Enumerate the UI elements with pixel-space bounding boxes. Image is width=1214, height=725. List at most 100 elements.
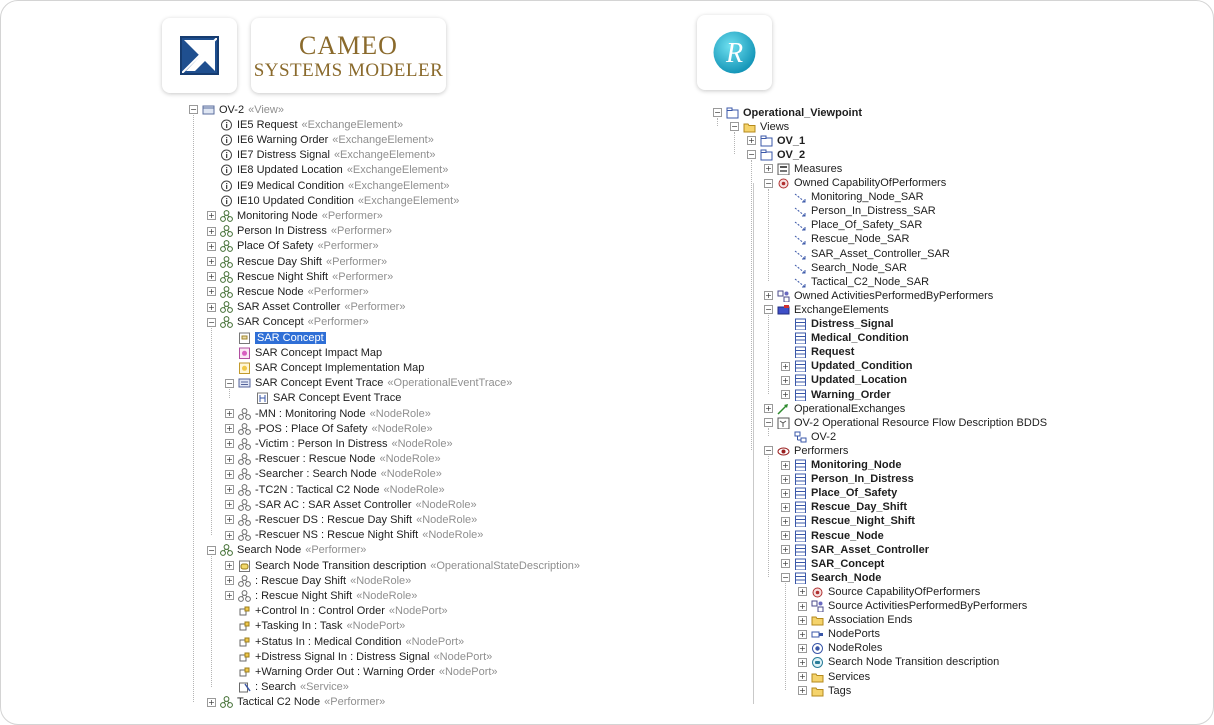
cameo-tree-item[interactable]: + Monitoring Node «Performer» bbox=[207, 208, 383, 223]
expand-toggle[interactable]: + bbox=[798, 615, 807, 625]
rhapsody-tree-item[interactable]: + Source ActivitiesPerformedByPerformers bbox=[798, 599, 1027, 614]
cameo-tree-item[interactable]: + Place Of Safety «Performer» bbox=[207, 239, 379, 254]
rhapsody-tree-item[interactable]: + NodePorts bbox=[798, 627, 880, 642]
cameo-tree-item[interactable]: IE7 Distress Signal «ExchangeElement» bbox=[207, 148, 435, 163]
rhapsody-tree-item[interactable]: − OV_2 bbox=[747, 147, 805, 162]
cameo-tree-item[interactable]: + Rescue Night Shift «Performer» bbox=[207, 269, 393, 284]
rhapsody-tree-item[interactable]: Person_In_Distress_SAR bbox=[781, 204, 936, 219]
expand-toggle[interactable]: + bbox=[798, 672, 807, 681]
expand-toggle[interactable]: + bbox=[798, 657, 807, 667]
rhapsody-tree-item[interactable]: + Rescue_Night_Shift bbox=[781, 514, 915, 529]
cameo-tree-item[interactable]: +: Rescue Day Shift «NodeRole» bbox=[225, 573, 411, 588]
rhapsody-tree-item[interactable]: − Performers bbox=[764, 443, 848, 458]
cameo-tree-item[interactable]: +Tasking In : Task «NodePort» bbox=[225, 619, 405, 634]
cameo-tree-item[interactable]: + -Rescuer NS : Rescue Night Shift «NodeRo… bbox=[225, 528, 483, 543]
collapse-toggle[interactable]: − bbox=[764, 446, 773, 456]
expand-toggle[interactable]: + bbox=[781, 361, 790, 371]
cameo-tree-item[interactable]: +: Rescue Night Shift «NodeRole» bbox=[225, 588, 417, 603]
cameo-tree-item[interactable]: +Control In : Control Order «NodePort» bbox=[225, 604, 448, 619]
cameo-tree-item[interactable]: IE5 Request «ExchangeElement» bbox=[207, 117, 403, 132]
cameo-tree-item[interactable]: + -SAR AC : SAR Asset Controller «NodeRole… bbox=[225, 497, 477, 512]
expand-toggle[interactable]: + bbox=[225, 469, 234, 479]
expand-toggle[interactable]: + bbox=[781, 516, 790, 526]
expand-toggle[interactable]: + bbox=[781, 502, 790, 512]
rhapsody-tree-item[interactable]: Search_Node_SAR bbox=[781, 260, 907, 275]
rhapsody-tree-item[interactable]: + Search Node Transition description bbox=[798, 655, 999, 670]
cameo-tree-item[interactable]: − Search Node «Performer» bbox=[207, 543, 366, 558]
expand-toggle[interactable]: + bbox=[207, 211, 216, 221]
rhapsody-tree-item[interactable]: + Warning_Order bbox=[781, 387, 891, 402]
expand-toggle[interactable]: + bbox=[798, 686, 807, 696]
expand-toggle[interactable]: + bbox=[764, 164, 773, 174]
collapse-toggle[interactable]: − bbox=[189, 105, 198, 114]
cameo-tree-item[interactable]: +Warning Order Out : Warning Order «NodeP… bbox=[225, 664, 498, 679]
expand-toggle[interactable]: + bbox=[207, 241, 216, 251]
expand-toggle[interactable]: + bbox=[225, 576, 234, 586]
cameo-tree-item[interactable]: − SAR Concept «Performer» bbox=[207, 315, 369, 330]
collapse-toggle[interactable]: − bbox=[764, 178, 773, 188]
rhapsody-tree-item[interactable]: + Rescue_Node bbox=[781, 528, 884, 543]
cameo-tree-item[interactable]: + -Searcher : Search Node «NodeRole» bbox=[225, 467, 442, 482]
expand-toggle[interactable]: + bbox=[207, 226, 216, 236]
expand-toggle[interactable]: + bbox=[781, 390, 790, 399]
expand-toggle[interactable]: + bbox=[207, 272, 216, 282]
expand-toggle[interactable]: + bbox=[225, 424, 234, 434]
rhapsody-tree-item[interactable]: − OV-2 Operational Resource Flow Descript… bbox=[764, 415, 1047, 430]
collapse-toggle[interactable]: − bbox=[781, 573, 790, 583]
cameo-tree-item[interactable]: + -TC2N : Tactical C2 Node «NodeRole» bbox=[225, 482, 445, 497]
rhapsody-tree-item[interactable]: − ExchangeElements bbox=[764, 302, 889, 317]
expand-toggle[interactable]: + bbox=[781, 375, 790, 385]
expand-toggle[interactable]: + bbox=[225, 409, 234, 418]
rhapsody-tree-item[interactable]: + SAR_Concept bbox=[781, 556, 884, 571]
expand-toggle[interactable]: + bbox=[225, 485, 234, 494]
rhapsody-tree-item[interactable]: − Views bbox=[730, 119, 789, 134]
cameo-tree-item[interactable]: − OV-2 «View» bbox=[189, 102, 284, 117]
cameo-tree-item[interactable]: +Distress Signal In : Distress Signal «No… bbox=[225, 649, 492, 664]
cameo-tree-item[interactable]: + SAR Asset Controller «Performer» bbox=[207, 300, 405, 315]
collapse-toggle[interactable]: − bbox=[764, 418, 773, 428]
expand-toggle[interactable]: + bbox=[781, 488, 790, 498]
expand-toggle[interactable]: + bbox=[225, 454, 234, 464]
rhapsody-tree-item[interactable]: SAR_Asset_Controller_SAR bbox=[781, 246, 950, 261]
collapse-toggle[interactable]: − bbox=[207, 545, 216, 555]
cameo-tree-item[interactable]: SAR Concept Impact Map bbox=[225, 345, 382, 360]
rhapsody-tree-item[interactable]: OV-2 bbox=[781, 429, 836, 444]
rhapsody-tree-item[interactable]: − Search_Node bbox=[781, 570, 881, 585]
rhapsody-tree-item[interactable]: + Services bbox=[798, 669, 870, 684]
rhapsody-tree-item[interactable]: Distress_Signal bbox=[781, 317, 894, 332]
rhapsody-tree-item[interactable]: + Updated_Condition bbox=[781, 359, 912, 374]
cameo-tree-item[interactable]: SAR Concept Implementation Map bbox=[225, 360, 424, 375]
expand-toggle[interactable]: + bbox=[747, 136, 756, 146]
rhapsody-tree-item[interactable]: + Owned ActivitiesPerformedByPerformers bbox=[764, 288, 993, 303]
rhapsody-tree-item[interactable]: + Place_Of_Safety bbox=[781, 486, 897, 501]
cameo-tree-item[interactable]: − SAR Concept Event Trace «OperationalEven… bbox=[225, 376, 512, 391]
rhapsody-tree-item[interactable]: + Measures bbox=[764, 161, 842, 176]
rhapsody-tree-item[interactable]: + Association Ends bbox=[798, 613, 912, 628]
cameo-tree-item[interactable]: + -MN : Monitoring Node «NodeRole» bbox=[225, 406, 431, 421]
rhapsody-tree-item[interactable]: + Monitoring_Node bbox=[781, 458, 901, 473]
expand-toggle[interactable]: + bbox=[225, 515, 234, 525]
expand-toggle[interactable]: + bbox=[225, 530, 234, 540]
expand-toggle[interactable]: + bbox=[798, 587, 807, 597]
cameo-tree-item[interactable]: + Rescue Node «Performer» bbox=[207, 284, 369, 299]
expand-toggle[interactable]: + bbox=[207, 697, 216, 707]
rhapsody-tree-item[interactable]: Medical_Condition bbox=[781, 331, 909, 346]
rhapsody-model-browser-tree[interactable]: − Operational_Viewpoint − Views + OV_1− OV_2 + M… bbox=[713, 105, 1093, 707]
rhapsody-tree-item[interactable]: Tactical_C2_Node_SAR bbox=[781, 274, 929, 289]
cameo-tree-item[interactable]: + Rescue Day Shift «Performer» bbox=[207, 254, 387, 269]
rhapsody-tree-item[interactable]: + Tags bbox=[798, 683, 851, 698]
cameo-tree-item[interactable]: IE8 Updated Location «ExchangeElement» bbox=[207, 163, 448, 178]
rhapsody-tree-item[interactable]: + Person_In_Distress bbox=[781, 472, 914, 487]
rhapsody-tree-item[interactable]: Rescue_Node_SAR bbox=[781, 232, 909, 247]
cameo-tree-item[interactable]: IE6 Warning Order «ExchangeElement» bbox=[207, 132, 434, 147]
rhapsody-tree-item[interactable]: − Owned CapabilityOfPerformers bbox=[764, 176, 946, 191]
rhapsody-tree-item[interactable]: − Operational_Viewpoint bbox=[713, 105, 862, 120]
expand-toggle[interactable]: + bbox=[798, 643, 807, 653]
expand-toggle[interactable]: + bbox=[781, 545, 790, 555]
collapse-toggle[interactable]: − bbox=[764, 305, 773, 315]
collapse-toggle[interactable]: − bbox=[207, 317, 216, 327]
cameo-tree-item[interactable]: + -Rescuer DS : Rescue Day Shift «NodeRole… bbox=[225, 512, 477, 527]
cameo-tree-item[interactable]: + Person In Distress «Performer» bbox=[207, 224, 392, 239]
expand-toggle[interactable]: + bbox=[781, 531, 790, 540]
cameo-tree-item[interactable]: +Status In : Medical Condition «NodePort» bbox=[225, 634, 464, 649]
